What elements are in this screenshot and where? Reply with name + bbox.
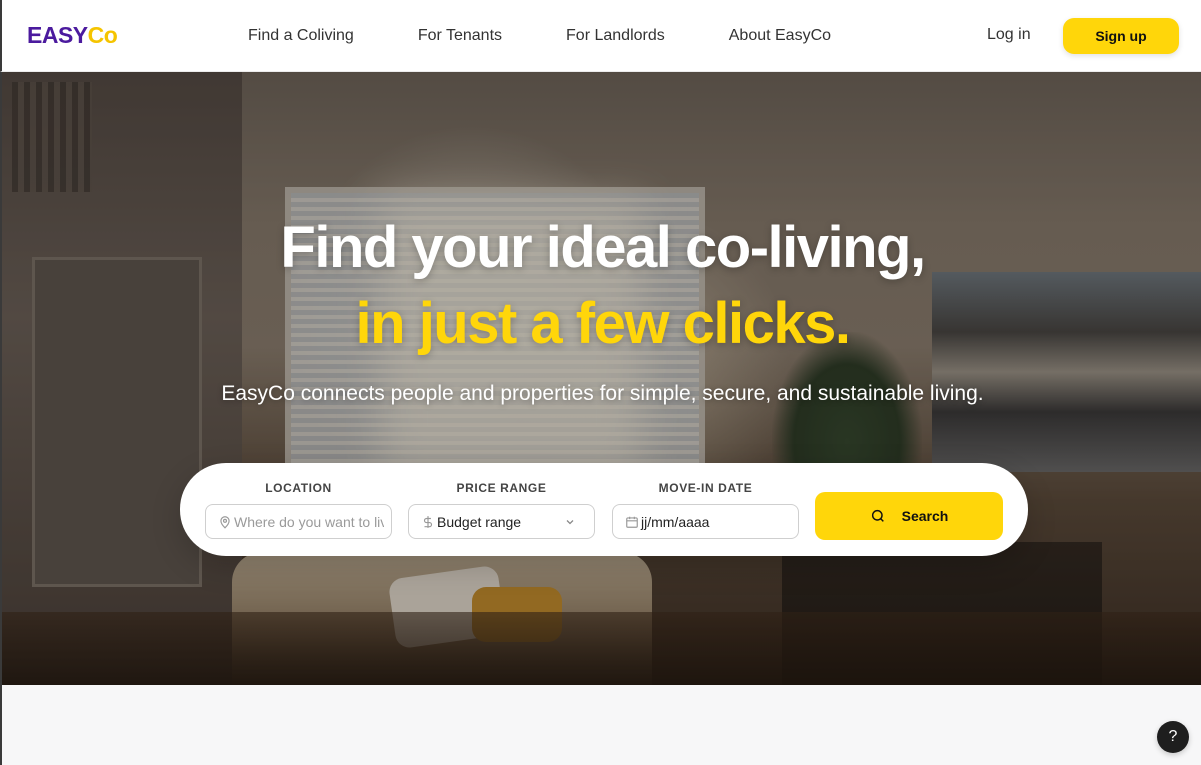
below-hero-section bbox=[0, 685, 1201, 765]
date-value: jj/mm/aaaa bbox=[641, 513, 710, 530]
main-nav: Find a Coliving For Tenants For Landlord… bbox=[248, 0, 895, 72]
hero-title-line-1: Find your ideal co-living, bbox=[280, 215, 926, 280]
location-field[interactable] bbox=[205, 504, 392, 539]
date-label: MOVE-IN DATE bbox=[658, 481, 753, 495]
brand-logo[interactable]: EASYCo bbox=[27, 22, 118, 49]
search-button[interactable]: Search bbox=[815, 492, 1003, 540]
nav-link-find-coliving[interactable]: Find a Coliving bbox=[248, 27, 354, 45]
hero-subtitle: EasyCo connects people and properties fo… bbox=[221, 382, 984, 405]
help-button[interactable]: ? bbox=[1157, 721, 1189, 753]
price-label: PRICE RANGE bbox=[456, 481, 547, 495]
date-field[interactable]: jj/mm/aaaa bbox=[612, 504, 799, 539]
search-icon bbox=[871, 509, 884, 522]
login-link[interactable]: Log in bbox=[987, 26, 1031, 44]
hero-overlay bbox=[2, 72, 1201, 685]
signup-button[interactable]: Sign up bbox=[1063, 18, 1179, 54]
map-pin-icon bbox=[220, 515, 230, 529]
nav-link-for-tenants[interactable]: For Tenants bbox=[418, 27, 502, 45]
hero-section: Find your ideal co-living, in just a few… bbox=[0, 72, 1201, 685]
chevron-down-icon bbox=[566, 520, 574, 525]
calendar-icon bbox=[626, 516, 638, 528]
logo-text-co: Co bbox=[87, 22, 118, 48]
top-navbar: EASYCo Find a Coliving For Tenants For L… bbox=[0, 0, 1201, 72]
search-button-label: Search bbox=[901, 508, 949, 524]
location-input[interactable] bbox=[234, 513, 384, 530]
nav-link-about[interactable]: About EasyCo bbox=[729, 27, 831, 45]
logo-text-easy: EASY bbox=[27, 22, 88, 48]
location-label: LOCATION bbox=[265, 481, 332, 495]
hero-title-line-2: in just a few clicks. bbox=[355, 291, 851, 356]
price-select-value: Budget range bbox=[437, 513, 522, 530]
price-select[interactable]: Budget range bbox=[408, 504, 595, 539]
nav-link-for-landlords[interactable]: For Landlords bbox=[566, 27, 665, 45]
dollar-icon bbox=[423, 515, 433, 528]
search-card: LOCATION PRICE RANGE Budget range MOVE-I… bbox=[180, 463, 1028, 556]
